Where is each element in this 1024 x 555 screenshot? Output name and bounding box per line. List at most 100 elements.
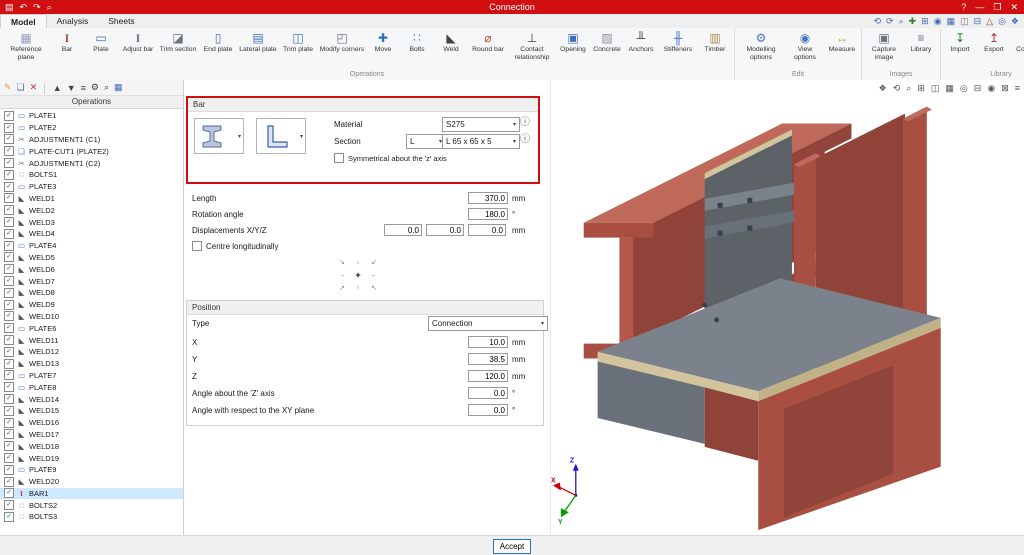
ribbon-button-view-options[interactable]: ◉View options (785, 29, 825, 70)
zoom-icon[interactable]: ⌕ (899, 16, 904, 27)
ribbon-button-concrete[interactable]: ▨Concrete (590, 29, 624, 70)
tree-item-weld1[interactable]: ✓◣WELD1 (0, 193, 183, 205)
tree-item-bolts1[interactable]: ✓∷BOLTS1 (0, 169, 183, 181)
ribbon-button-capture-image[interactable]: ▣Capture image (864, 29, 904, 70)
tree-item-weld12[interactable]: ✓◣WELD12 (0, 346, 183, 358)
model-3d[interactable]: Z X Y (551, 80, 1024, 533)
ribbon-button-reference-plane[interactable]: ▦Reference plane (2, 29, 50, 70)
accept-button[interactable]: Accept (493, 539, 531, 554)
anchor-arrow-icon[interactable]: ↑ (350, 282, 366, 295)
tree-item-bolts3[interactable]: ✓∷BOLTS3 (0, 511, 183, 523)
undo-icon[interactable]: ↶ (20, 2, 28, 13)
edit-icon[interactable]: ✎ (4, 82, 12, 93)
tree-item-plate2[interactable]: ✓▭PLATE2 (0, 122, 183, 134)
settings-icon[interactable]: ⚙ (91, 82, 99, 93)
tree-item-bar1[interactable]: ✓IBAR1 (0, 488, 183, 500)
tree-item-weld11[interactable]: ✓◣WELD11 (0, 334, 183, 346)
render-icon[interactable]: ◎ (998, 16, 1006, 27)
orbit-icon[interactable]: ⟲ (893, 83, 901, 94)
tree-item-checkbox[interactable]: ✓ (4, 512, 14, 522)
tree-item-plate6[interactable]: ✓▭PLATE6 (0, 322, 183, 334)
tree-item-checkbox[interactable]: ✓ (4, 311, 14, 321)
hide-icon[interactable]: ⊟ (974, 83, 982, 94)
tree-item-checkbox[interactable]: ✓ (4, 406, 14, 416)
options-icon[interactable]: ≡ (1015, 83, 1020, 94)
tree-item-checkbox[interactable]: ✓ (4, 111, 14, 121)
position-z-input[interactable] (468, 370, 508, 382)
tree-item-checkbox[interactable]: ✓ (4, 300, 14, 310)
tree-item-weld8[interactable]: ✓◣WELD8 (0, 287, 183, 299)
tree-item-weld6[interactable]: ✓◣WELD6 (0, 263, 183, 275)
tree-item-weld13[interactable]: ✓◣WELD13 (0, 358, 183, 370)
help-icon[interactable]: ? (961, 2, 966, 13)
ribbon-button-bolts[interactable]: ∷Bolts (400, 29, 434, 70)
add-view-icon[interactable]: ✚ (909, 16, 917, 27)
tree-item-weld15[interactable]: ✓◣WELD15 (0, 405, 183, 417)
orbit-left-icon[interactable]: ⟲ (873, 16, 881, 27)
save-icon[interactable]: ▤ (5, 2, 14, 13)
viewport-3d[interactable]: ❖⟲⌕⊞◫▦◎⊟◉⊠≡ (550, 80, 1024, 535)
tree-item-checkbox[interactable]: ✓ (4, 441, 14, 451)
tree-item-checkbox[interactable]: ✓ (4, 288, 14, 298)
tree-item-weld10[interactable]: ✓◣WELD10 (0, 311, 183, 323)
anchor-arrow-icon[interactable]: ← (366, 269, 382, 282)
ribbon-button-trim-plate[interactable]: ◫Trim plate (278, 29, 318, 70)
tree-item-weld19[interactable]: ✓◣WELD19 (0, 452, 183, 464)
tree-item-checkbox[interactable]: ✓ (4, 217, 14, 227)
tree-item-checkbox[interactable]: ✓ (4, 359, 14, 369)
move-down-icon[interactable]: ▼ (67, 83, 76, 93)
symmetrical-checkbox[interactable] (334, 153, 344, 163)
render-icon[interactable]: ◎ (960, 83, 968, 94)
tree-item-weld4[interactable]: ✓◣WELD4 (0, 228, 183, 240)
clash-check-icon[interactable]: △ (986, 16, 993, 27)
anchor-arrow-icon[interactable]: ↘ (334, 256, 350, 269)
ribbon-button-plate[interactable]: ▭Plate (84, 29, 118, 70)
tree-item-plate4[interactable]: ✓▭PLATE4 (0, 240, 183, 252)
ribbon-button-opening[interactable]: ▣Opening (556, 29, 590, 70)
section-size-dropdown[interactable]: L 65 x 65 x 5 ▾ (442, 134, 520, 149)
delete-icon[interactable]: ✕ (30, 82, 38, 93)
tree-item-checkbox[interactable]: ✓ (4, 264, 14, 274)
position-x-input[interactable] (468, 336, 508, 348)
tree-item-plate-cut1-plate2[interactable]: ✓❏PLATE-CUT1 (PLATE2) (0, 145, 183, 157)
search-icon[interactable]: ⌕ (47, 2, 52, 13)
section-info-icon[interactable]: ⓘ (520, 134, 530, 146)
ribbon-button-move[interactable]: ✚Move (366, 29, 400, 70)
centre-longitudinally-checkbox[interactable] (192, 241, 202, 251)
tree-item-checkbox[interactable]: ✓ (4, 370, 14, 380)
close-icon[interactable]: ✕ (1010, 2, 1018, 13)
section-type-dropdown[interactable]: L ▾ (406, 134, 446, 149)
ribbon-button-connections-library[interactable]: ⊞Connections library (1011, 29, 1024, 70)
target-icon[interactable]: ◉ (987, 83, 995, 94)
ribbon-button-stiffeners[interactable]: ╫Stiffeners (658, 29, 698, 70)
clip-icon[interactable]: ⊠ (1001, 83, 1009, 94)
ribbon-button-modify-corners[interactable]: ◰Modify corners (318, 29, 366, 70)
rotation-angle-input[interactable] (468, 208, 508, 220)
material-info-icon[interactable]: ⓘ (520, 117, 530, 129)
tree-item-plate9[interactable]: ✓▭PLATE9 (0, 464, 183, 476)
tree-item-checkbox[interactable]: ✓ (4, 193, 14, 203)
copy-icon[interactable]: ❏ (17, 82, 25, 93)
tree-item-checkbox[interactable]: ✓ (4, 382, 14, 392)
ribbon-button-end-plate[interactable]: ▯End plate (198, 29, 238, 70)
ribbon-button-anchors[interactable]: ╨Anchors (624, 29, 658, 70)
zoom-extents-icon[interactable]: ⊞ (917, 83, 925, 94)
tree-item-checkbox[interactable]: ✓ (4, 394, 14, 404)
tree-item-adjustment1-c2[interactable]: ✓✂ADJUSTMENT1 (C2) (0, 157, 183, 169)
tree-item-checkbox[interactable]: ✓ (4, 465, 14, 475)
target-icon[interactable]: ◉ (934, 16, 942, 27)
scene-icon[interactable]: ❖ (879, 83, 887, 94)
ribbon-button-contact-relationship[interactable]: ⊥Contact relationship (508, 29, 556, 70)
tree-item-checkbox[interactable]: ✓ (4, 418, 14, 428)
ribbon-button-export[interactable]: ↥Export (977, 29, 1011, 70)
ribbon-button-timber[interactable]: ▥Timber (698, 29, 732, 70)
tree-item-checkbox[interactable]: ✓ (4, 252, 14, 262)
section-shape-picker[interactable]: ▾ (194, 118, 244, 154)
tree-item-checkbox[interactable]: ✓ (4, 347, 14, 357)
tree-item-weld16[interactable]: ✓◣WELD16 (0, 417, 183, 429)
tree-item-checkbox[interactable]: ✓ (4, 229, 14, 239)
tree-item-weld17[interactable]: ✓◣WELD17 (0, 429, 183, 441)
tree-item-plate7[interactable]: ✓▭PLATE7 (0, 370, 183, 382)
anchor-arrow-icon[interactable]: ↙ (366, 256, 382, 269)
ribbon-button-bar[interactable]: IBar (50, 29, 84, 70)
